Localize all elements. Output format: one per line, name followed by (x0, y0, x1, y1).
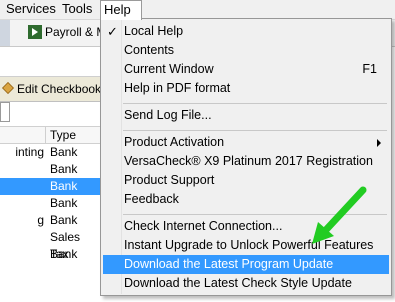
menu-item-download-check-style-update[interactable]: Download the Latest Check Style Update (103, 274, 389, 293)
menu-item-label: Download the Latest Check Style Update (124, 276, 352, 290)
menu-item-label: VersaCheck® X9 Platinum 2017 Registratio… (124, 154, 373, 168)
menu-item-label: Local Help (124, 24, 184, 38)
payroll-icon (28, 25, 42, 39)
menu-services[interactable]: Services (3, 0, 59, 19)
menu-item-local-help[interactable]: ✓ Local Help (103, 22, 389, 41)
account-type: Bank (50, 196, 78, 210)
account-name: g (37, 213, 44, 227)
account-type: Bank (50, 179, 78, 193)
table-row-selected[interactable]: Bank (0, 178, 100, 195)
checkmark-icon: ✓ (107, 24, 118, 39)
filter-input[interactable] (0, 102, 10, 122)
toolbar-strip (0, 20, 10, 46)
account-type: Bank (50, 247, 78, 261)
account-type: Bank (50, 162, 78, 176)
menu-help[interactable]: Help (100, 0, 142, 20)
column-separator[interactable] (45, 127, 46, 143)
table-row[interactable]: inting Bank (0, 144, 100, 161)
pencil-icon (2, 82, 14, 94)
green-arrow-icon (312, 186, 367, 244)
account-type: Bank (50, 213, 78, 227)
menu-item-help-pdf[interactable]: Help in PDF format (103, 79, 389, 98)
menu-item-send-log[interactable]: Send Log File... (103, 106, 389, 125)
accounts-grid: Type inting Bank Bank Bank Bank g Bank Sal… (0, 126, 100, 263)
table-row[interactable]: Sales Tax (0, 229, 100, 261)
menu-item-registration[interactable]: VersaCheck® X9 Platinum 2017 Registratio… (103, 152, 389, 171)
menu-item-label: Send Log File... (124, 108, 212, 122)
menu-item-label: Help in PDF format (124, 81, 231, 95)
menu-item-label: Feedback (124, 192, 179, 206)
edit-checkbook-label: Edit Checkbook (17, 82, 102, 96)
menu-item-label: Current Window (124, 62, 214, 76)
submenu-arrow-icon (377, 139, 381, 147)
menu-item-download-program-update[interactable]: Download the Latest Program Update (103, 255, 389, 274)
menu-separator (123, 130, 387, 131)
menu-item-label: Product Support (124, 173, 215, 187)
menu-item-label: Download the Latest Program Update (124, 257, 334, 271)
payroll-button[interactable]: Payroll & M (28, 23, 102, 42)
type-column-header[interactable]: Type (50, 128, 76, 142)
menu-item-product-activation[interactable]: Product Activation (103, 133, 389, 152)
menu-item-label: Contents (124, 43, 175, 57)
menu-tools[interactable]: Tools (59, 0, 95, 19)
table-row[interactable]: g Bank (0, 212, 100, 229)
menu-item-current-window[interactable]: Current Window F1 (103, 60, 389, 79)
menu-item-label: Check Internet Connection... (124, 219, 283, 233)
edit-checkbook-button[interactable]: Edit Checkbook (2, 79, 101, 99)
table-row[interactable]: Bank (0, 246, 100, 263)
help-menu: ✓ Local Help Contents Current Window F1 … (100, 18, 392, 296)
menu-separator (123, 103, 387, 104)
account-name: inting (15, 145, 44, 159)
table-row[interactable]: Bank (0, 161, 100, 178)
account-type: Bank (50, 145, 78, 159)
table-row[interactable]: Bank (0, 195, 100, 212)
grid-header: Type (0, 126, 100, 144)
menu-item-contents[interactable]: Contents (103, 41, 389, 60)
menu-bar: Services Tools Help (0, 0, 395, 20)
payroll-label: Payroll & M (45, 25, 102, 39)
shortcut-label: F1 (362, 62, 377, 76)
secondary-toolbar: Edit Checkbook (0, 76, 101, 102)
menu-item-label: Product Activation (124, 135, 225, 149)
